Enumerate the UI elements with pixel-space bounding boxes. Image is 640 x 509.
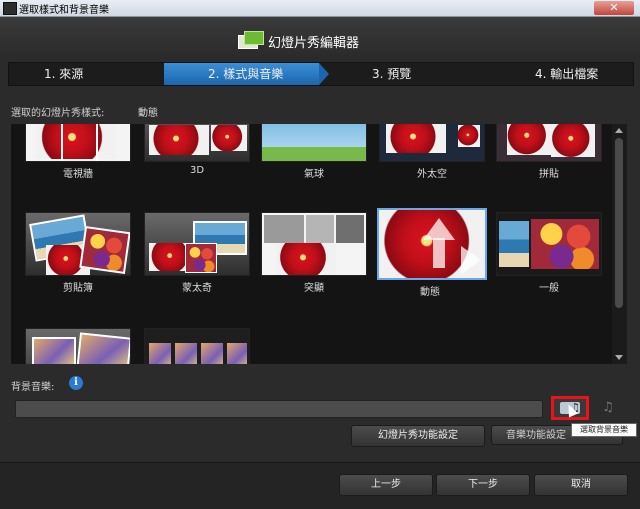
step-preview[interactable]: 3. 預覽	[372, 63, 411, 85]
style-thumbnail	[377, 208, 487, 280]
style-tile-balloon[interactable]: 氣球	[261, 124, 367, 180]
style-tile-row3-1[interactable]	[25, 328, 131, 364]
info-icon[interactable]: i	[69, 376, 83, 390]
style-tile-outer-space[interactable]: 外太空	[379, 124, 485, 180]
title-bar: 選取樣式和背景音樂 ✕	[0, 0, 640, 17]
background-music-field[interactable]	[15, 400, 543, 418]
step-style-music[interactable]: 2. 樣式與音樂	[164, 63, 319, 85]
style-thumbnail	[496, 124, 602, 162]
style-tile-tv-wall[interactable]: 電視牆	[25, 124, 131, 180]
close-button[interactable]: ✕	[594, 1, 634, 15]
style-thumbnail	[25, 212, 131, 276]
style-name: 電視牆	[63, 169, 93, 180]
style-tile-montage[interactable]: 蒙太奇	[144, 212, 250, 294]
step-active-arrow-icon	[319, 63, 329, 85]
style-tile-3d[interactable]: 3D	[144, 124, 250, 176]
style-name: 3D	[189, 165, 205, 176]
style-name: 外太空	[417, 169, 447, 180]
scroll-down-icon[interactable]	[615, 355, 623, 360]
app-name: 幻燈片秀編輯器	[268, 36, 360, 51]
style-thumbnail	[25, 328, 131, 364]
style-thumbnail	[144, 124, 250, 162]
style-tile-highlight[interactable]: 突顯	[261, 212, 367, 294]
header: 幻燈片秀編輯器	[0, 17, 640, 59]
selected-style-label: 選取的幻燈片秀樣式:	[11, 108, 105, 119]
style-name: 蒙太奇	[182, 283, 212, 294]
selected-style-value: 動態	[138, 108, 158, 119]
style-name: 突顯	[304, 283, 324, 294]
style-tile-scrapbook[interactable]: 剪貼簿	[25, 212, 131, 294]
style-thumbnail	[261, 124, 367, 162]
style-thumbnail	[496, 212, 602, 276]
style-thumbnail	[144, 328, 250, 364]
style-thumbnail	[261, 212, 367, 276]
slideshow-logo-icon	[238, 29, 264, 49]
next-button[interactable]: 下一步	[436, 474, 530, 496]
style-thumbnail	[144, 212, 250, 276]
wizard-steps: 1. 來源 2. 樣式與音樂 3. 預覽 4. 輸出檔案	[8, 62, 634, 86]
scroll-up-icon[interactable]	[615, 128, 623, 133]
style-name: 動態	[420, 287, 440, 298]
style-name: 氣球	[304, 169, 324, 180]
music-settings-icon[interactable]: ♫	[595, 400, 621, 416]
cancel-button[interactable]: 取消	[534, 474, 628, 496]
tooltip-select-music: 選取背景音樂	[571, 423, 637, 437]
style-gallery: 電視牆 3D 氣球 外太空 拼貼 剪貼簿 蒙太奇 突顯 動態 一般	[11, 124, 627, 364]
app-icon	[3, 2, 17, 15]
gallery-scrollbar[interactable]	[612, 124, 627, 364]
background-music-label: 背景音樂:	[11, 382, 55, 393]
step-output[interactable]: 4. 輸出檔案	[535, 63, 598, 85]
step-source[interactable]: 1. 來源	[44, 63, 83, 85]
style-name: 一般	[539, 283, 559, 294]
style-name: 剪貼簿	[63, 283, 93, 294]
window-title: 選取樣式和背景音樂	[19, 5, 109, 16]
style-tile-dynamic[interactable]: 動態	[377, 208, 487, 298]
back-button[interactable]: 上一步	[339, 474, 433, 496]
style-name: 拼貼	[539, 169, 559, 180]
scrollbar-thumb[interactable]	[615, 138, 623, 308]
style-thumbnail	[379, 124, 485, 162]
slideshow-settings-button[interactable]: 幻燈片秀功能設定	[351, 425, 485, 447]
style-tile-collage[interactable]: 拼貼	[496, 124, 602, 180]
style-thumbnail	[25, 124, 131, 162]
style-tile-normal[interactable]: 一般	[496, 212, 602, 294]
style-tile-row3-2[interactable]	[144, 328, 250, 364]
